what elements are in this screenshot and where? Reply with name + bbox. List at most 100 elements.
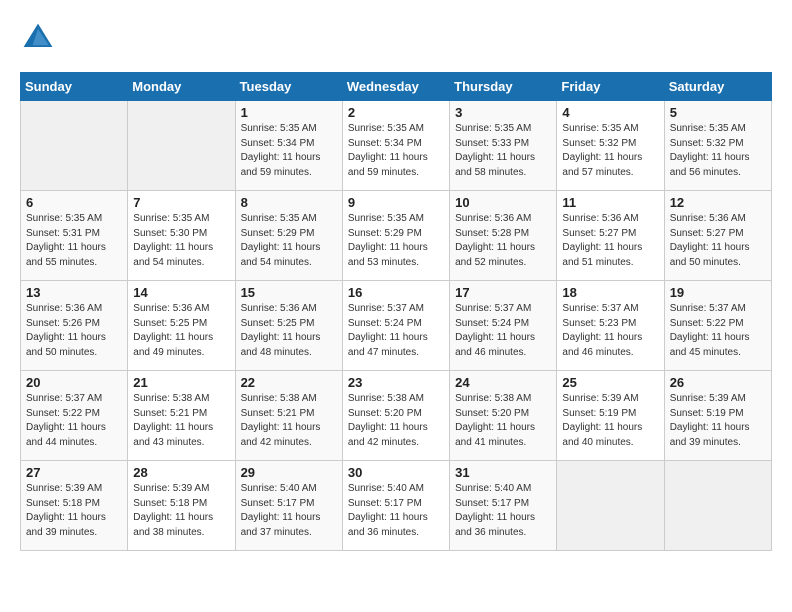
calendar-cell: 7Sunrise: 5:35 AM Sunset: 5:30 PM Daylig…: [128, 191, 235, 281]
calendar-cell: 31 Sunrise: 5:40 AM Sunset: 5:17 PM Dayli…: [450, 461, 557, 551]
day-number: 30: [348, 465, 444, 480]
day-number: 4: [562, 105, 658, 120]
calendar-cell: 24Sunrise: 5:38 AM Sunset: 5:20 PM Dayli…: [450, 371, 557, 461]
calendar-cell: [664, 461, 771, 551]
calendar-cell: 29 Sunrise: 5:40 AM Sunset: 5:17 PM Dayli…: [235, 461, 342, 551]
calendar-cell: 18 Sunrise: 5:37 AM Sunset: 5:23 PM Dayli…: [557, 281, 664, 371]
calendar-table: SundayMondayTuesdayWednesdayThursdayFrid…: [20, 72, 772, 551]
day-info: Sunrise: 5:37 AM Sunset: 5:23 PM Dayligh…: [562, 302, 658, 360]
day-number: 15: [241, 285, 337, 300]
calendar-cell: 25 Sunrise: 5:39 AM Sunset: 5:19 PM Dayli…: [557, 371, 664, 461]
calendar-cell: 28Sunrise: 5:39 AM Sunset: 5:18 PM Dayli…: [128, 461, 235, 551]
calendar-cell: 23 Sunrise: 5:38 AM Sunset: 5:20 PM Dayli…: [342, 371, 449, 461]
day-number: 18: [562, 285, 658, 300]
day-info: Sunrise: 5:37 AM Sunset: 5:22 PM Dayligh…: [26, 392, 122, 450]
day-info: Sunrise: 5:36 AM Sunset: 5:27 PM Dayligh…: [562, 212, 658, 270]
day-info: Sunrise: 5:36 AM Sunset: 5:25 PM Dayligh…: [133, 302, 229, 360]
calendar-cell: 1 Sunrise: 5:35 AM Sunset: 5:34 PM Daylig…: [235, 101, 342, 191]
day-info: Sunrise: 5:35 AM Sunset: 5:32 PM Dayligh…: [562, 122, 658, 180]
day-info: Sunrise: 5:38 AM Sunset: 5:20 PM Dayligh…: [348, 392, 444, 450]
day-number: 9: [348, 195, 444, 210]
day-info: Sunrise: 5:38 AM Sunset: 5:21 PM Dayligh…: [133, 392, 229, 450]
day-info: Sunrise: 5:38 AM Sunset: 5:21 PM Dayligh…: [241, 392, 337, 450]
day-info: Sunrise: 5:35 AM Sunset: 5:33 PM Dayligh…: [455, 122, 551, 180]
day-info: Sunrise: 5:37 AM Sunset: 5:24 PM Dayligh…: [455, 302, 551, 360]
day-info: Sunrise: 5:39 AM Sunset: 5:18 PM Dayligh…: [133, 482, 229, 540]
calendar-cell: 5 Sunrise: 5:35 AM Sunset: 5:32 PM Daylig…: [664, 101, 771, 191]
day-info: Sunrise: 5:35 AM Sunset: 5:34 PM Dayligh…: [241, 122, 337, 180]
calendar-cell: 10Sunrise: 5:36 AM Sunset: 5:28 PM Dayli…: [450, 191, 557, 281]
calendar-week-row: 1 Sunrise: 5:35 AM Sunset: 5:34 PM Daylig…: [21, 101, 772, 191]
weekday-header: Monday: [128, 73, 235, 101]
day-number: 5: [670, 105, 766, 120]
calendar-cell: 2 Sunrise: 5:35 AM Sunset: 5:34 PM Daylig…: [342, 101, 449, 191]
calendar-cell: 21 Sunrise: 5:38 AM Sunset: 5:21 PM Dayli…: [128, 371, 235, 461]
calendar-week-row: 27 Sunrise: 5:39 AM Sunset: 5:18 PM Dayli…: [21, 461, 772, 551]
weekday-header: Sunday: [21, 73, 128, 101]
day-number: 29: [241, 465, 337, 480]
day-number: 3: [455, 105, 551, 120]
weekday-header: Saturday: [664, 73, 771, 101]
calendar-cell: 16 Sunrise: 5:37 AM Sunset: 5:24 PM Dayli…: [342, 281, 449, 371]
day-info: Sunrise: 5:37 AM Sunset: 5:22 PM Dayligh…: [670, 302, 766, 360]
day-info: Sunrise: 5:40 AM Sunset: 5:17 PM Dayligh…: [241, 482, 337, 540]
day-number: 20: [26, 375, 122, 390]
page-header: [20, 20, 772, 56]
calendar-cell: 6Sunrise: 5:35 AM Sunset: 5:31 PM Daylig…: [21, 191, 128, 281]
weekday-header-row: SundayMondayTuesdayWednesdayThursdayFrid…: [21, 73, 772, 101]
day-info: Sunrise: 5:36 AM Sunset: 5:26 PM Dayligh…: [26, 302, 122, 360]
day-info: Sunrise: 5:35 AM Sunset: 5:32 PM Dayligh…: [670, 122, 766, 180]
day-number: 22: [241, 375, 337, 390]
day-number: 26: [670, 375, 766, 390]
day-number: 31: [455, 465, 551, 480]
day-number: 13: [26, 285, 122, 300]
calendar-cell: 17 Sunrise: 5:37 AM Sunset: 5:24 PM Dayli…: [450, 281, 557, 371]
day-number: 16: [348, 285, 444, 300]
weekday-header: Friday: [557, 73, 664, 101]
day-number: 2: [348, 105, 444, 120]
calendar-cell: [128, 101, 235, 191]
day-number: 12: [670, 195, 766, 210]
day-number: 27: [26, 465, 122, 480]
day-info: Sunrise: 5:37 AM Sunset: 5:24 PM Dayligh…: [348, 302, 444, 360]
calendar-cell: 22 Sunrise: 5:38 AM Sunset: 5:21 PM Dayli…: [235, 371, 342, 461]
weekday-header: Wednesday: [342, 73, 449, 101]
day-info: Sunrise: 5:36 AM Sunset: 5:27 PM Dayligh…: [670, 212, 766, 270]
calendar-cell: 20 Sunrise: 5:37 AM Sunset: 5:22 PM Dayli…: [21, 371, 128, 461]
day-number: 23: [348, 375, 444, 390]
calendar-cell: 3 Sunrise: 5:35 AM Sunset: 5:33 PM Daylig…: [450, 101, 557, 191]
calendar-week-row: 13 Sunrise: 5:36 AM Sunset: 5:26 PM Dayli…: [21, 281, 772, 371]
calendar-cell: 19 Sunrise: 5:37 AM Sunset: 5:22 PM Dayli…: [664, 281, 771, 371]
day-info: Sunrise: 5:35 AM Sunset: 5:29 PM Dayligh…: [241, 212, 337, 270]
calendar-cell: 13 Sunrise: 5:36 AM Sunset: 5:26 PM Dayli…: [21, 281, 128, 371]
day-number: 19: [670, 285, 766, 300]
day-info: Sunrise: 5:39 AM Sunset: 5:18 PM Dayligh…: [26, 482, 122, 540]
day-info: Sunrise: 5:36 AM Sunset: 5:28 PM Dayligh…: [455, 212, 551, 270]
day-info: Sunrise: 5:39 AM Sunset: 5:19 PM Dayligh…: [562, 392, 658, 450]
calendar-cell: 30Sunrise: 5:40 AM Sunset: 5:17 PM Dayli…: [342, 461, 449, 551]
calendar-cell: 15 Sunrise: 5:36 AM Sunset: 5:25 PM Dayli…: [235, 281, 342, 371]
day-number: 1: [241, 105, 337, 120]
day-info: Sunrise: 5:35 AM Sunset: 5:30 PM Dayligh…: [133, 212, 229, 270]
calendar-cell: 8 Sunrise: 5:35 AM Sunset: 5:29 PM Daylig…: [235, 191, 342, 281]
day-number: 24: [455, 375, 551, 390]
weekday-header: Thursday: [450, 73, 557, 101]
calendar-cell: 27 Sunrise: 5:39 AM Sunset: 5:18 PM Dayli…: [21, 461, 128, 551]
calendar-cell: 4 Sunrise: 5:35 AM Sunset: 5:32 PM Daylig…: [557, 101, 664, 191]
day-number: 11: [562, 195, 658, 210]
day-number: 14: [133, 285, 229, 300]
logo: [20, 20, 60, 56]
day-info: Sunrise: 5:40 AM Sunset: 5:17 PM Dayligh…: [455, 482, 551, 540]
day-number: 8: [241, 195, 337, 210]
day-number: 25: [562, 375, 658, 390]
weekday-header: Tuesday: [235, 73, 342, 101]
day-number: 17: [455, 285, 551, 300]
calendar-cell: 12 Sunrise: 5:36 AM Sunset: 5:27 PM Dayli…: [664, 191, 771, 281]
calendar-week-row: 6Sunrise: 5:35 AM Sunset: 5:31 PM Daylig…: [21, 191, 772, 281]
day-number: 21: [133, 375, 229, 390]
day-info: Sunrise: 5:35 AM Sunset: 5:34 PM Dayligh…: [348, 122, 444, 180]
day-info: Sunrise: 5:35 AM Sunset: 5:31 PM Dayligh…: [26, 212, 122, 270]
day-info: Sunrise: 5:36 AM Sunset: 5:25 PM Dayligh…: [241, 302, 337, 360]
day-info: Sunrise: 5:39 AM Sunset: 5:19 PM Dayligh…: [670, 392, 766, 450]
day-info: Sunrise: 5:35 AM Sunset: 5:29 PM Dayligh…: [348, 212, 444, 270]
